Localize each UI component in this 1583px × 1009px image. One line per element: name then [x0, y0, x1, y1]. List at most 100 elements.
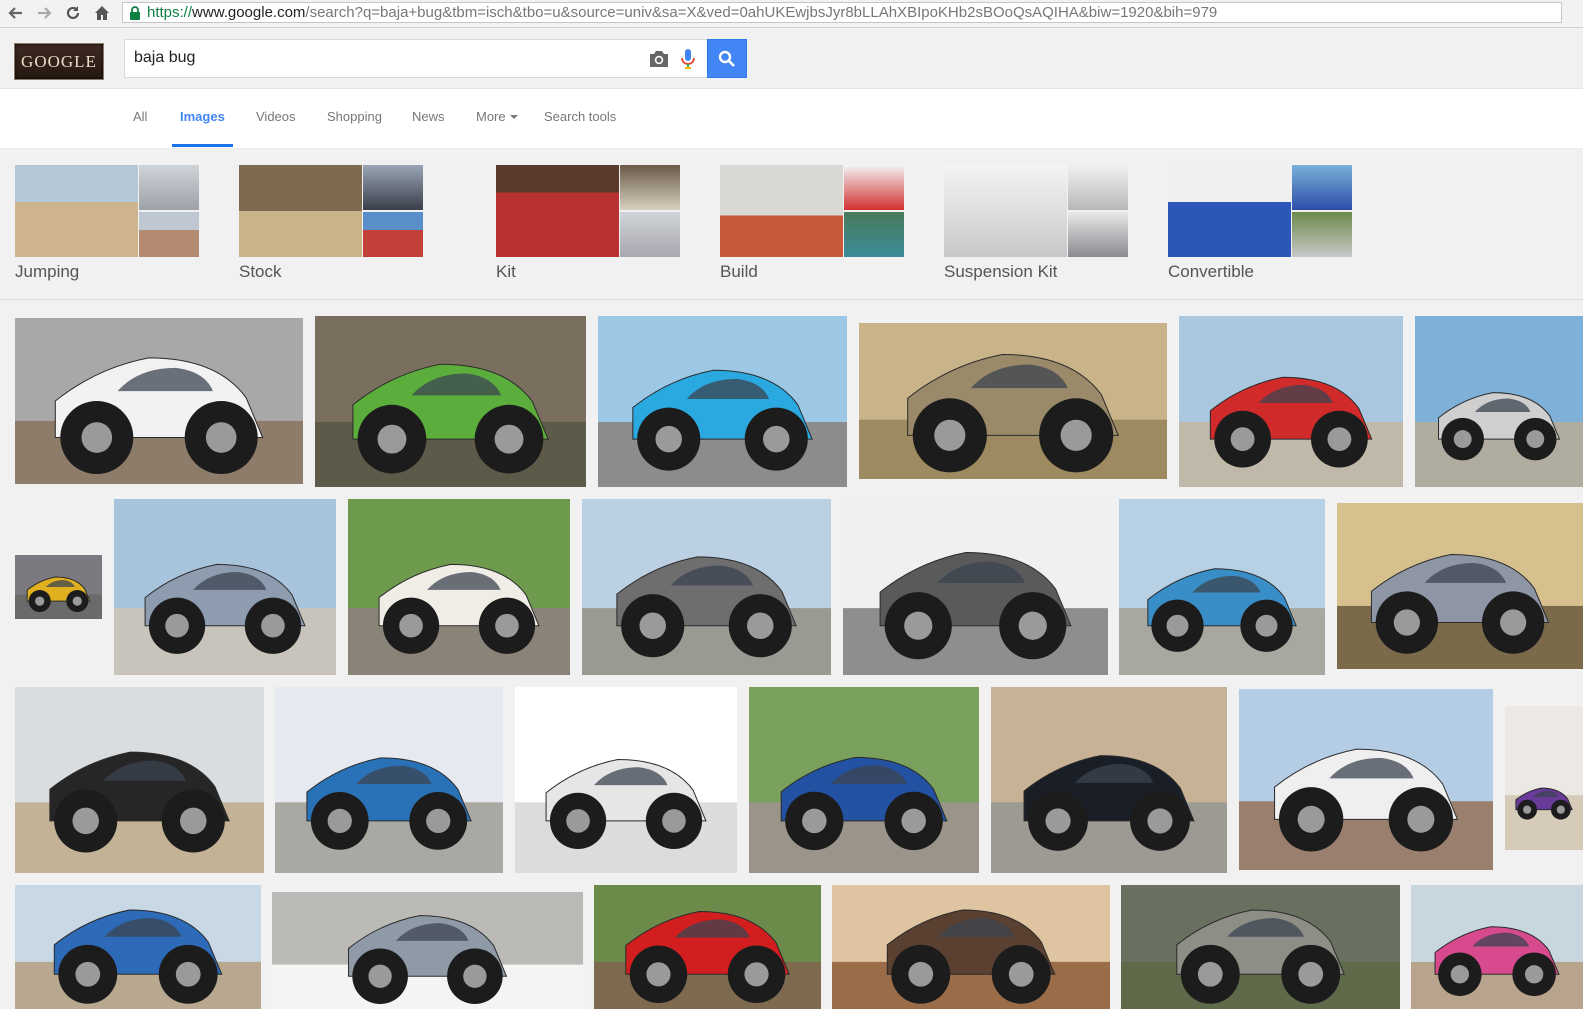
related-thumbs — [1168, 165, 1352, 257]
tab-news[interactable]: News — [404, 89, 453, 147]
tab-label: News — [412, 109, 445, 124]
tab-label: More — [476, 109, 506, 124]
image-result[interactable] — [843, 499, 1108, 675]
image-result[interactable] — [1337, 503, 1583, 669]
address-bar[interactable]: https://www.google.com/search?q=baja+bug… — [122, 2, 1562, 23]
forward-icon[interactable] — [33, 2, 55, 24]
related-label: Stock — [239, 262, 282, 281]
result-image — [15, 687, 264, 873]
image-result[interactable] — [15, 318, 303, 484]
related-label: Jumping — [15, 262, 80, 281]
image-result[interactable] — [315, 316, 586, 487]
tab-label: Videos — [256, 109, 296, 124]
related-thumbs — [15, 165, 199, 257]
related-image — [239, 165, 362, 257]
related-label: Convertible — [1168, 262, 1254, 281]
image-result[interactable] — [1239, 689, 1493, 870]
result-image — [749, 687, 979, 873]
result-image — [843, 499, 1108, 675]
result-image — [515, 687, 737, 873]
related-image — [1168, 165, 1291, 257]
chevron-down-icon — [509, 114, 518, 119]
related-searches: Jumping Stock Kit Build Suspension Kit C… — [0, 149, 1583, 300]
tab-images[interactable]: Images — [172, 89, 233, 147]
image-result[interactable] — [272, 892, 583, 1009]
image-result[interactable] — [114, 499, 336, 675]
result-image — [991, 687, 1227, 873]
logo-text: GOOGLE — [21, 51, 97, 71]
image-result[interactable] — [859, 323, 1167, 479]
url-text: https://www.google.com/search?q=baja+bug… — [147, 4, 1217, 21]
result-image — [1337, 503, 1583, 669]
tab-label: All — [133, 109, 148, 124]
image-result[interactable] — [832, 885, 1110, 1009]
image-result[interactable] — [348, 499, 570, 675]
related-image — [844, 165, 904, 210]
related-search-convertible[interactable]: Convertible — [1168, 165, 1352, 282]
related-image — [1292, 212, 1352, 257]
related-search-kit[interactable]: Kit — [496, 165, 680, 282]
image-result[interactable] — [1505, 706, 1583, 850]
image-result[interactable] — [15, 885, 261, 1009]
reload-icon[interactable] — [62, 2, 84, 24]
related-image — [620, 212, 680, 257]
related-image — [620, 165, 680, 210]
image-result[interactable] — [1179, 316, 1403, 487]
tab-videos[interactable]: Videos — [248, 89, 304, 147]
tab-search-tools[interactable]: Search tools — [536, 89, 624, 147]
related-image — [844, 212, 904, 257]
image-result[interactable] — [1415, 316, 1583, 487]
tab-more[interactable]: More — [468, 89, 526, 147]
image-result[interactable] — [582, 499, 831, 675]
result-image — [315, 316, 586, 487]
image-result[interactable] — [275, 687, 503, 873]
microphone-icon[interactable] — [680, 48, 696, 70]
tab-label: Shopping — [327, 109, 382, 124]
url-host: www.google.com — [192, 4, 306, 21]
search-input[interactable]: baja bug — [134, 49, 195, 67]
back-icon[interactable] — [5, 2, 27, 24]
image-result[interactable] — [594, 885, 821, 1009]
result-image — [859, 323, 1167, 479]
result-image — [275, 687, 503, 873]
tab-all[interactable]: All — [125, 89, 155, 147]
related-search-build[interactable]: Build — [720, 165, 904, 282]
tab-label: Search tools — [544, 109, 617, 124]
result-image — [1119, 499, 1325, 675]
image-result[interactable] — [1411, 885, 1583, 1009]
result-image — [1415, 316, 1583, 487]
browser-toolbar: https://www.google.com/search?q=baja+bug… — [0, 0, 1583, 28]
related-image — [1068, 165, 1128, 210]
google-logo[interactable]: GOOGLE — [14, 43, 104, 80]
search-box[interactable]: baja bug — [124, 39, 708, 78]
related-label: Suspension Kit — [944, 262, 1058, 281]
image-result[interactable] — [15, 555, 102, 619]
result-image — [348, 499, 570, 675]
search-button[interactable] — [707, 39, 747, 78]
image-result[interactable] — [1121, 885, 1400, 1009]
image-result[interactable] — [991, 687, 1227, 873]
result-image — [1411, 885, 1583, 1009]
result-image — [598, 316, 847, 487]
related-search-stock[interactable]: Stock — [239, 165, 423, 282]
tab-shopping[interactable]: Shopping — [319, 89, 390, 147]
result-image — [594, 885, 821, 1009]
image-result[interactable] — [598, 316, 847, 487]
image-result[interactable] — [15, 687, 264, 873]
related-image — [496, 165, 619, 257]
related-label: Kit — [496, 262, 516, 281]
related-image — [720, 165, 843, 257]
related-search-jumping[interactable]: Jumping — [15, 165, 199, 282]
url-scheme: https:// — [147, 4, 193, 21]
result-image — [832, 885, 1110, 1009]
camera-icon[interactable] — [648, 49, 670, 69]
image-result[interactable] — [749, 687, 979, 873]
image-result[interactable] — [515, 687, 737, 873]
related-image — [363, 212, 423, 257]
home-icon[interactable] — [91, 2, 113, 24]
related-thumbs — [720, 165, 904, 257]
related-search-suspension-kit[interactable]: Suspension Kit — [944, 165, 1128, 282]
related-image — [15, 165, 138, 257]
result-image — [15, 318, 303, 484]
image-result[interactable] — [1119, 499, 1325, 675]
